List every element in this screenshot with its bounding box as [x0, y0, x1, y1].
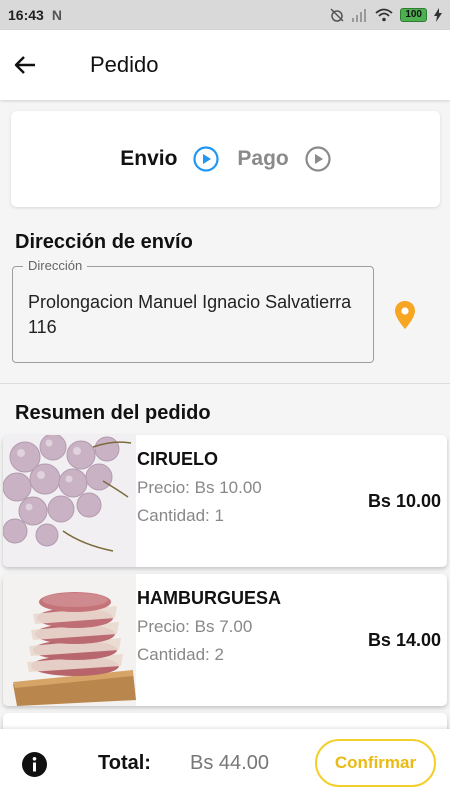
address-field-label: Dirección	[23, 258, 88, 273]
summary-section-title: Resumen del pedido	[15, 402, 211, 424]
item-subtotal: Bs 10.00	[367, 491, 441, 511]
section-divider	[0, 383, 450, 384]
wifi-icon	[375, 8, 393, 22]
arrow-back-icon	[14, 56, 35, 74]
step-envio[interactable]: Envio	[120, 146, 220, 172]
notification-n-icon: N	[51, 7, 62, 23]
item-subtotal: Bs 14.00	[367, 630, 441, 650]
item-name: HAMBURGUESA	[137, 588, 281, 608]
charging-icon	[434, 8, 442, 22]
item-quantity: Cantidad: 2	[137, 645, 224, 664]
app-bar: Pedido	[0, 30, 450, 100]
back-button[interactable]	[0, 30, 50, 100]
status-time: 16:43	[8, 7, 44, 23]
product-image-hamburguesa	[3, 574, 136, 706]
battery-indicator: 100	[400, 8, 427, 22]
item-quantity: Cantidad: 1	[137, 506, 224, 525]
page-title: Pedido	[90, 52, 159, 77]
location-pin-icon[interactable]	[393, 300, 417, 330]
total-label: Total:	[98, 752, 151, 774]
checkout-stepper: Envio Pago	[11, 111, 440, 207]
item-price: Precio: Bs 10.00	[137, 478, 262, 497]
step-pago[interactable]: Pago	[237, 146, 331, 172]
status-bar: 16:43 N 100	[0, 0, 450, 30]
play-circle-icon	[305, 146, 331, 172]
checkout-bottom-bar: Total: Bs 44.00 Confirmar	[0, 729, 450, 800]
confirm-button[interactable]: Confirmar	[315, 739, 436, 787]
item-price: Precio: Bs 7.00	[137, 617, 253, 636]
product-image-ciruelo	[3, 435, 136, 567]
status-icons: 100	[329, 7, 442, 23]
info-icon[interactable]	[22, 752, 47, 777]
address-value: Prolongacion Manuel Ignacio Salvatierra …	[28, 292, 352, 337]
address-field[interactable]: Dirección Prolongacion Manuel Ignacio Sa…	[12, 258, 374, 363]
shipping-section-title: Dirección de envío	[15, 231, 193, 253]
play-circle-icon	[193, 146, 220, 172]
step-label: Envio	[120, 147, 178, 170]
order-item-card[interactable]: HAMBURGUESA Precio: Bs 7.00 Cantidad: 2 …	[3, 574, 447, 706]
signal-icon	[352, 9, 367, 22]
total-value: Bs 44.00	[190, 752, 269, 774]
order-item-card[interactable]: CIRUELO Precio: Bs 10.00 Cantidad: 1 Bs …	[3, 435, 447, 567]
item-name: CIRUELO	[137, 449, 218, 469]
step-label: Pago	[237, 147, 289, 170]
alarm-off-icon	[330, 8, 344, 22]
